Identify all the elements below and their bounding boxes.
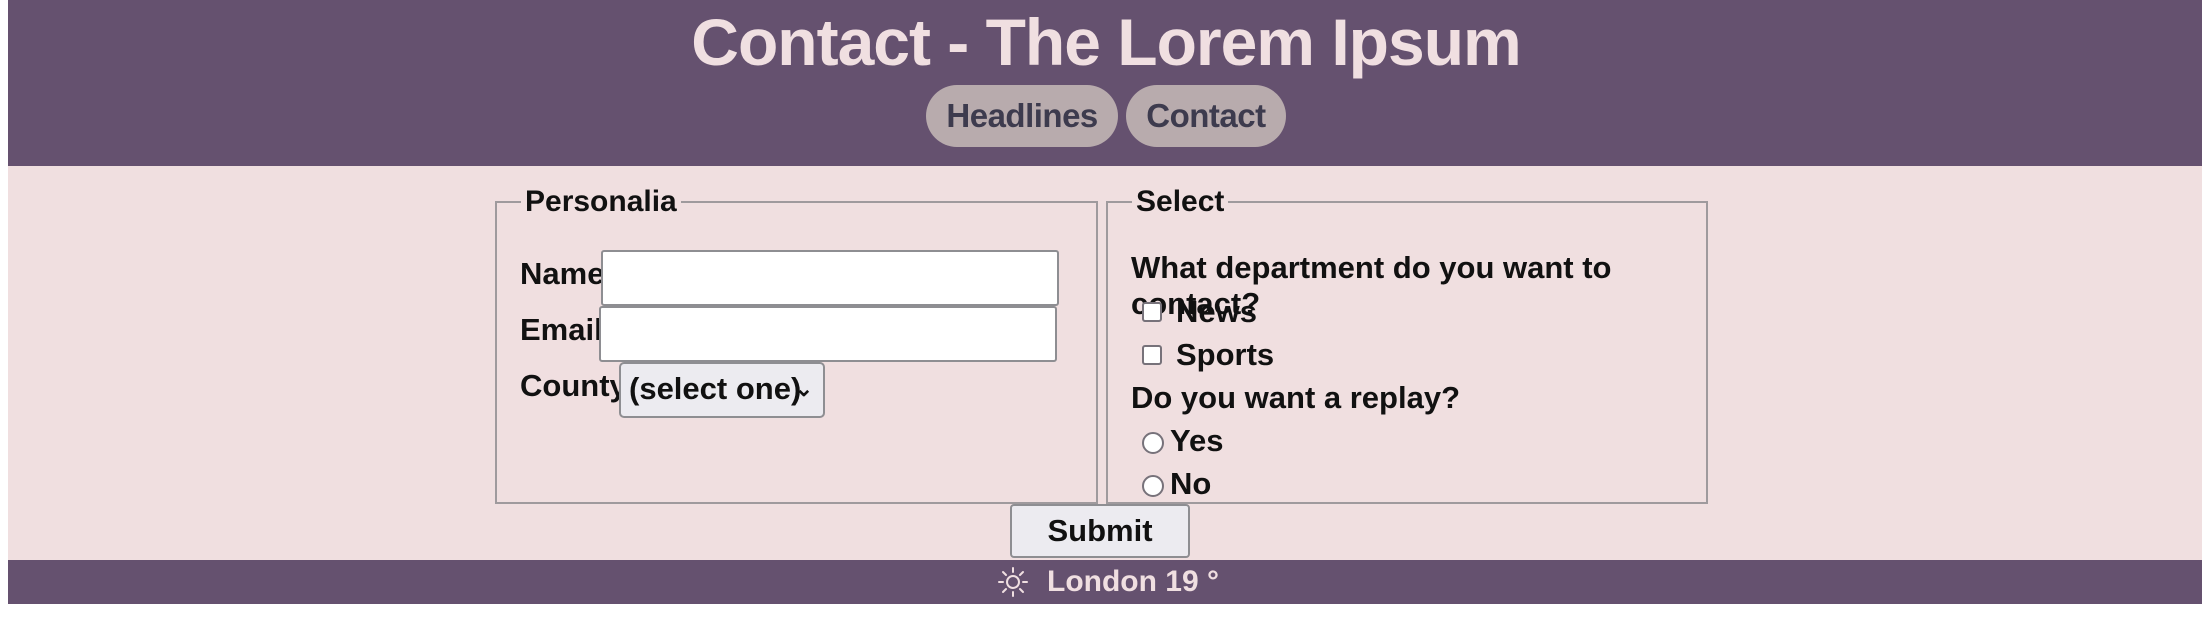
page-frame: Contact - The Lorem Ipsum Headlines Cont… — [8, 0, 2202, 604]
page-title: Contact - The Lorem Ipsum — [691, 5, 1521, 79]
nav-headlines-button[interactable]: Headlines — [926, 85, 1118, 147]
weather-text: London 19 ° — [1047, 565, 1219, 598]
sports-checkbox[interactable] — [1142, 345, 1162, 365]
sun-icon — [998, 567, 1028, 597]
county-selected-value: (select one) — [629, 371, 802, 406]
replay-yes-radio[interactable] — [1142, 432, 1164, 454]
chevron-down-icon: ⌄ — [794, 376, 813, 401]
news-checkbox[interactable] — [1142, 302, 1162, 322]
site-footer: London 19 ° — [8, 560, 2202, 604]
name-input[interactable] — [601, 250, 1059, 306]
name-label: Name — [520, 256, 605, 291]
replay-no-label: No — [1170, 466, 1212, 501]
nav-contact-button[interactable]: Contact — [1126, 85, 1286, 147]
main-nav: Headlines Contact — [8, 85, 2202, 147]
select-fieldset: Select What department do you want to co… — [1106, 186, 1708, 504]
replay-no-radio[interactable] — [1142, 475, 1164, 497]
contact-form-area: Personalia Name Email County (select one… — [8, 166, 2202, 560]
personalia-fieldset: Personalia Name Email County (select one… — [495, 186, 1098, 504]
email-input[interactable] — [599, 306, 1057, 362]
select-legend: Select — [1136, 185, 1225, 218]
county-select[interactable]: (select one) ⌄ — [619, 362, 825, 418]
submit-button[interactable]: Submit — [1010, 504, 1190, 558]
replay-yes-label: Yes — [1170, 423, 1224, 458]
email-label: Email — [520, 312, 603, 347]
site-header: Contact - The Lorem Ipsum Headlines Cont… — [8, 0, 2202, 166]
replay-question: Do you want a replay? — [1131, 380, 1461, 415]
sports-label: Sports — [1176, 337, 1275, 372]
news-label: News — [1176, 294, 1257, 329]
personalia-legend: Personalia — [525, 185, 677, 218]
county-label: County — [520, 368, 627, 403]
